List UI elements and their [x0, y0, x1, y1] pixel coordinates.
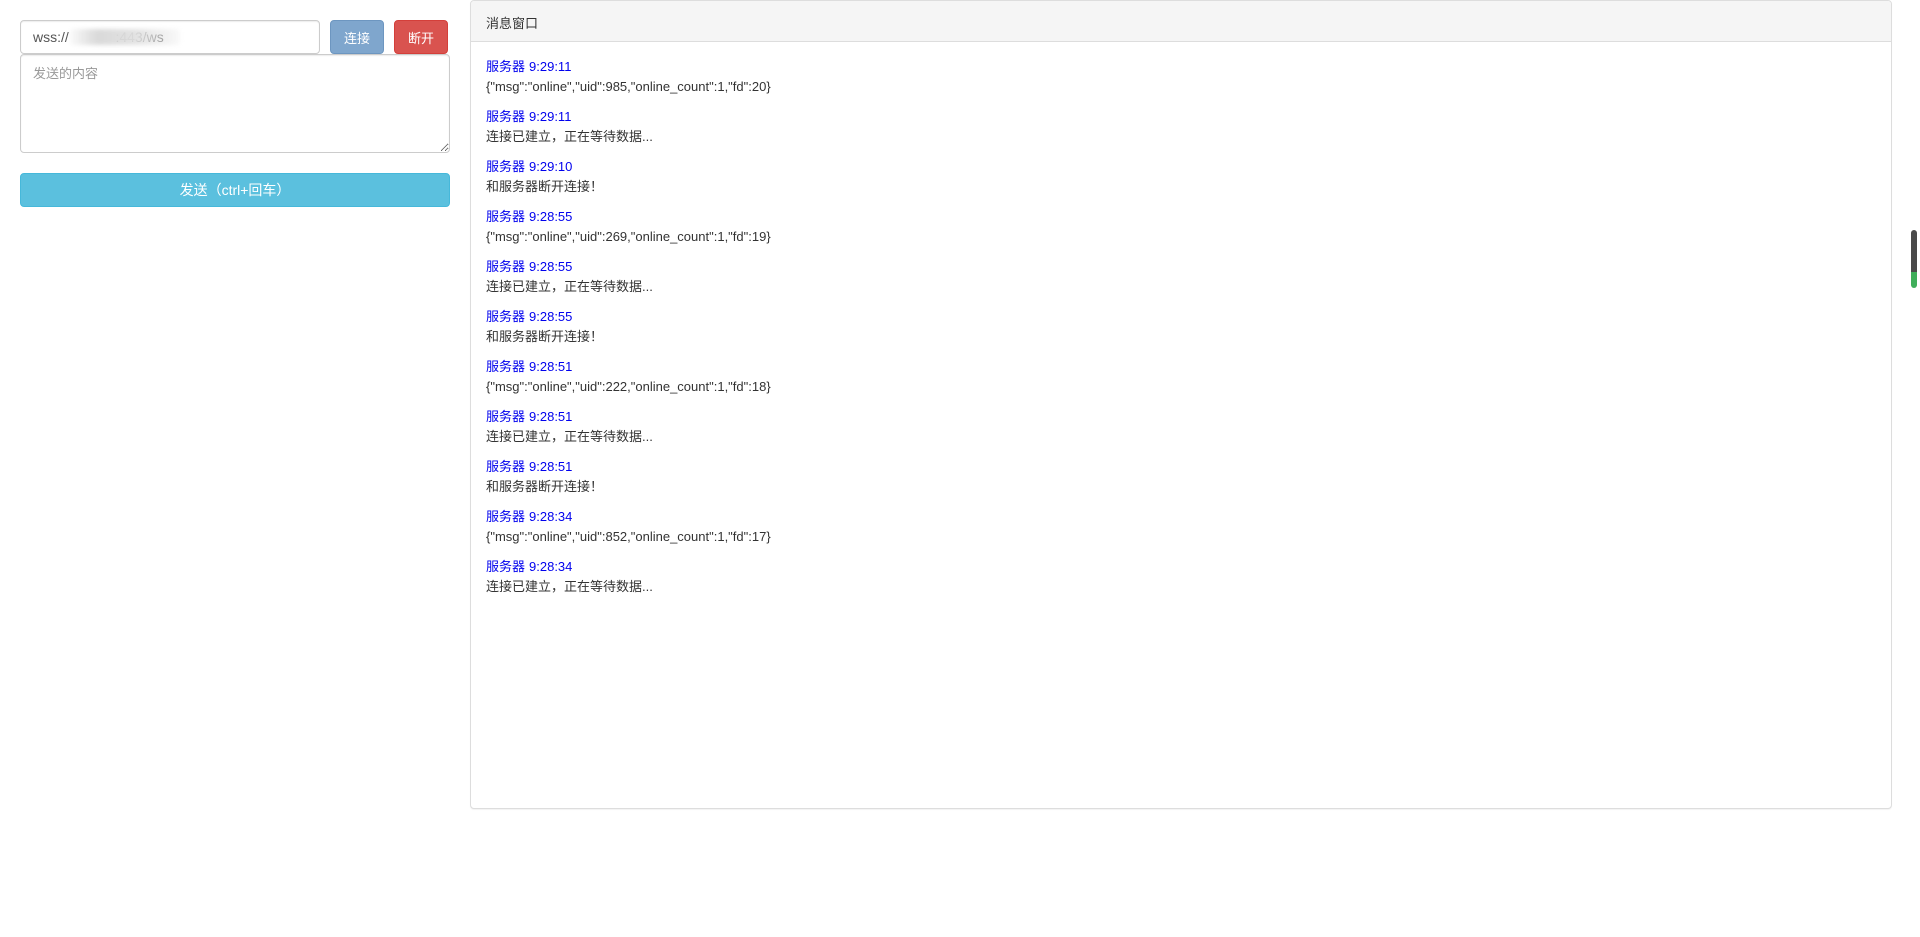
message-text: 和服务器断开连接！ — [486, 329, 604, 344]
message-window-panel: 消息窗口 服务器 9:29:11 {"msg":"online","uid":985… — [470, 0, 1892, 809]
message-header: 服务器 9:28:55 — [486, 307, 1876, 327]
scrollbar-thumb[interactable] — [1911, 230, 1917, 288]
message-header: 服务器 9:28:51 — [486, 357, 1876, 377]
message-time: 9:28:34 — [529, 559, 573, 574]
message-item: 服务器 9:28:55 连接已建立，正在等待数据... — [486, 257, 1876, 297]
message-text: 连接已建立，正在等待数据... — [486, 129, 653, 144]
message-time: 9:29:11 — [529, 59, 572, 74]
message-sender: 服务器 — [486, 409, 526, 424]
message-item: 服务器 9:29:11 连接已建立，正在等待数据... — [486, 107, 1876, 147]
message-sender: 服务器 — [486, 559, 526, 574]
websocket-test-page: 连接 断开 发送（ctrl+回车） 消息窗口 服务器9:29:11{"msg":… — [0, 0, 1920, 937]
message-header: 服务器 9:28:55 — [486, 207, 1876, 227]
send-button[interactable]: 发送（ctrl+回车） — [20, 173, 450, 207]
message-time: 9:28:51 — [529, 359, 573, 374]
message-text: 和服务器断开连接！ — [486, 479, 604, 494]
message-sender: 服务器 — [486, 459, 526, 474]
message-window-title: 消息窗口 — [471, 1, 1891, 42]
message-header: 服务器 9:28:51 — [486, 457, 1876, 477]
message-item: 服务器 9:28:34 连接已建立，正在等待数据... — [486, 557, 1876, 597]
message-text: 连接已建立，正在等待数据... — [486, 429, 653, 444]
message-item: 服务器 9:28:34 {"msg":"online","uid":852,"onl… — [486, 507, 1876, 547]
message-sender: 服务器 — [486, 59, 526, 74]
message-list: 服务器 9:29:11 {"msg":"online","uid":985,"onl… — [471, 42, 1891, 622]
message-header: 服务器 9:28:34 — [486, 557, 1876, 577]
message-time: 9:28:51 — [529, 459, 573, 474]
message-time: 9:28:55 — [529, 209, 573, 224]
message-time: 9:28:55 — [529, 259, 573, 274]
message-item: 服务器 9:28:55 {"msg":"online","uid":269,"onl… — [486, 207, 1876, 247]
message-item: 服务器 9:29:10 和服务器断开连接！ — [486, 157, 1876, 197]
message-item: 服务器 9:28:55 和服务器断开连接！ — [486, 307, 1876, 347]
message-header: 服务器 9:29:11 — [486, 57, 1876, 77]
message-sender: 服务器 — [486, 509, 526, 524]
message-header: 服务器 9:28:55 — [486, 257, 1876, 277]
message-text: {"msg":"online","uid":985,"online_count"… — [486, 79, 771, 94]
connect-button[interactable]: 连接 — [330, 20, 384, 54]
message-sender: 服务器 — [486, 109, 526, 124]
message-text: 和服务器断开连接！ — [486, 179, 604, 194]
message-time: 9:29:11 — [529, 109, 572, 124]
message-sender: 服务器 — [486, 309, 526, 324]
message-item: 服务器 9:28:51 {"msg":"online","uid":222,"onl… — [486, 357, 1876, 397]
message-header: 服务器 9:29:10 — [486, 157, 1876, 177]
message-textarea[interactable] — [20, 54, 450, 153]
message-sender: 服务器 — [486, 159, 526, 174]
message-sender: 服务器 — [486, 209, 526, 224]
connection-row: 连接 断开 — [20, 20, 450, 54]
message-item: 服务器 9:28:51 连接已建立，正在等待数据... — [486, 407, 1876, 447]
message-text: 连接已建立，正在等待数据... — [486, 279, 653, 294]
message-text: 连接已建立，正在等待数据... — [486, 579, 653, 594]
message-time: 9:29:10 — [529, 159, 573, 174]
message-time: 9:28:51 — [529, 409, 573, 424]
ws-url-input[interactable] — [20, 20, 320, 54]
disconnect-button[interactable]: 断开 — [394, 20, 448, 54]
message-item: 服务器 9:29:11 {"msg":"online","uid":985,"onl… — [486, 57, 1876, 97]
control-panel: 连接 断开 发送（ctrl+回车） — [20, 20, 450, 207]
message-header: 服务器 9:28:51 — [486, 407, 1876, 427]
message-header: 服务器 9:28:34 — [486, 507, 1876, 527]
message-text: {"msg":"online","uid":269,"online_count"… — [486, 229, 771, 244]
message-time: 9:28:55 — [529, 309, 573, 324]
message-text: {"msg":"online","uid":852,"online_count"… — [486, 529, 771, 544]
message-sender: 服务器 — [486, 259, 526, 274]
message-sender: 服务器 — [486, 359, 526, 374]
message-time: 9:28:34 — [529, 509, 573, 524]
message-header: 服务器 9:29:11 — [486, 107, 1876, 127]
message-text: {"msg":"online","uid":222,"online_count"… — [486, 379, 771, 394]
message-item: 服务器 9:28:51 和服务器断开连接！ — [486, 457, 1876, 497]
